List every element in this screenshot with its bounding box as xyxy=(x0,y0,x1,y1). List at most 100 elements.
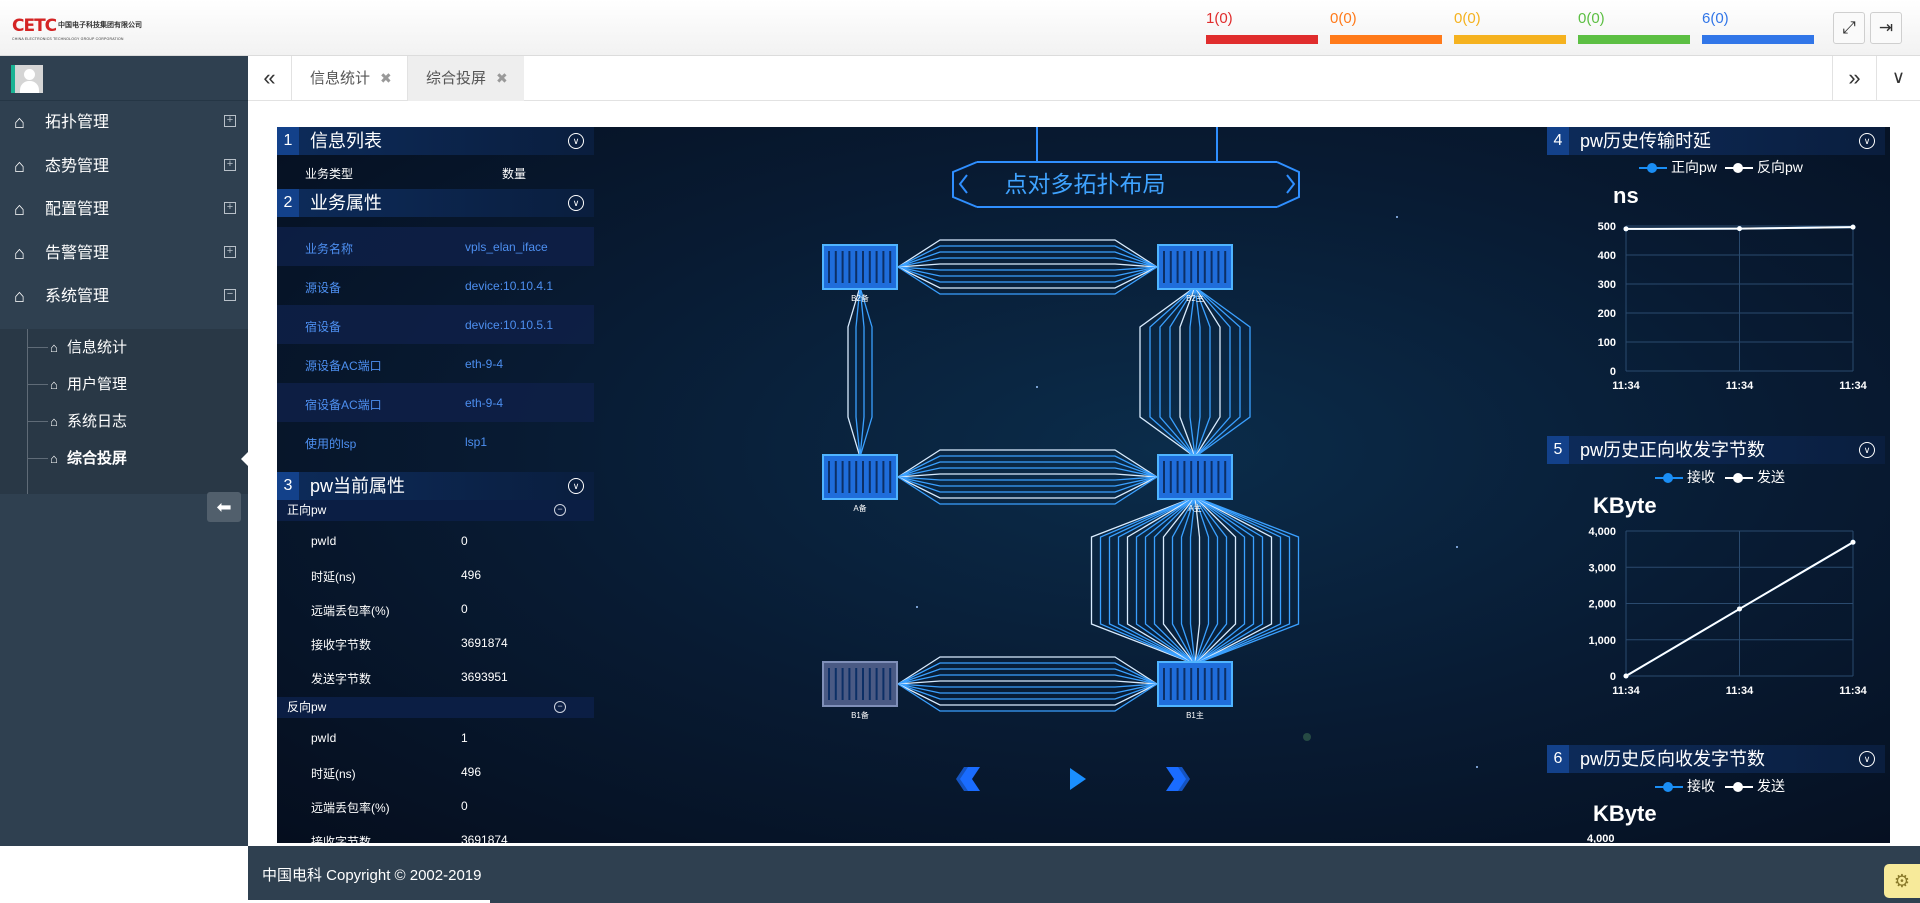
sidebar-item-system[interactable]: ⌂ 系统管理 − xyxy=(0,275,248,319)
submenu-item-statistics[interactable]: ⌂ 信息统计 xyxy=(0,329,248,366)
sidebar-item-situation[interactable]: ⌂ 态势管理 + xyxy=(0,145,248,189)
alarm-critical[interactable]: 1(0) xyxy=(1206,10,1318,44)
sidebar-item-label: 配置管理 xyxy=(45,201,110,218)
sidebar-item-alarm[interactable]: ⌂ 告警管理 + xyxy=(0,232,248,276)
legend-marker xyxy=(1725,782,1753,793)
gear-icon: ⚙ xyxy=(1893,871,1911,891)
home-icon: ⌂ xyxy=(14,155,25,176)
logout-button[interactable]: ⇥ xyxy=(1870,12,1902,44)
fullscreen-button[interactable]: ⤢ xyxy=(1833,12,1865,44)
panel-number: 6 xyxy=(1547,745,1569,773)
x-tick-label: 11:34 xyxy=(1726,685,1754,697)
logout-icon: ⇥ xyxy=(1878,18,1894,37)
data-point xyxy=(1623,673,1629,679)
expand-toggle-icon[interactable]: + xyxy=(224,245,236,258)
alarm-warning-count: 0(0) xyxy=(1578,10,1605,27)
user-profile xyxy=(0,56,248,101)
logo-mark: CETC xyxy=(12,16,57,36)
sidebar-item-config[interactable]: ⌂ 配置管理 + xyxy=(0,188,248,232)
tab-options-button[interactable]: ∨ xyxy=(1876,56,1920,101)
settings-button[interactable]: ⚙ xyxy=(1884,864,1920,898)
submenu-item-label: 信息统计 xyxy=(67,338,128,356)
system-submenu: ⌂ 信息统计 ⌂ 用户管理 ⌂ 系统日志 ⌂ 综合投屏 xyxy=(0,328,249,494)
dashboard-canvas: 1 信息列表 ∨ 业务类型 数量 2 业务属性 ∨ 业务名称 vpls_elan… xyxy=(277,127,1890,843)
arrow-left-circle-icon: ⬅ xyxy=(216,497,232,517)
legend-marker xyxy=(1655,782,1683,793)
sidebar: ⌂ 拓扑管理 + ⌂ 态势管理 + ⌂ 配置管理 + ⌂ 告警管理 + ⌂ 系统… xyxy=(0,56,249,846)
x-tick-label: 11:34 xyxy=(1839,685,1867,697)
home-icon: ⌂ xyxy=(50,339,58,355)
logo-company-cn: 中国电子科技集团有限公司 xyxy=(58,22,142,29)
alarm-major[interactable]: 0(0) xyxy=(1330,10,1442,44)
alarm-info-count: 6(0) xyxy=(1702,10,1729,27)
alarm-warning[interactable]: 0(0) xyxy=(1578,10,1690,44)
sidebar-item-label: 拓扑管理 xyxy=(45,114,110,131)
home-icon: ⌂ xyxy=(14,112,25,132)
tab-scroll-right-button[interactable]: » xyxy=(1832,56,1876,101)
home-icon: ⌂ xyxy=(50,376,58,392)
alarm-info[interactable]: 6(0) xyxy=(1702,10,1814,44)
alarm-warning-bar xyxy=(1578,35,1690,44)
tab-label: 信息统计 xyxy=(310,70,371,87)
sidebar-item-label: 系统管理 xyxy=(45,288,110,305)
panel-title: pw历史反向收发字节数 xyxy=(1580,749,1766,769)
home-icon: ⌂ xyxy=(50,450,58,466)
panel-6-header: 6 pw历史反向收发字节数 ∨ xyxy=(1547,745,1885,773)
tab-dashboard[interactable]: 综合投屏 ✖ xyxy=(408,56,524,101)
chart-unit: KByte xyxy=(1593,801,1657,826)
expand-toggle-icon[interactable]: + xyxy=(224,158,236,171)
collapse-toggle-icon[interactable]: − xyxy=(224,289,236,301)
copyright-text: 中国电科 Copyright © 2002-2019 xyxy=(262,867,482,884)
y-tick-label: 3,000 xyxy=(1588,562,1616,574)
sidebar-item-label: 态势管理 xyxy=(45,157,110,175)
y-tick-label: 4,000 xyxy=(1587,833,1615,843)
top-header: CETC 中国电子科技集团有限公司 CHINA ELECTRONICS TECH… xyxy=(0,0,1920,56)
submenu-item-label: 用户管理 xyxy=(67,375,128,393)
legend-send[interactable]: 发送 xyxy=(1725,776,1785,796)
alarm-major-bar xyxy=(1330,35,1442,44)
active-indicator xyxy=(241,450,249,467)
expand-icon: ⤢ xyxy=(1842,18,1856,37)
submenu-item-label: 系统日志 xyxy=(67,412,128,430)
tab-statistics[interactable]: 信息统计 ✖ xyxy=(292,56,408,101)
home-icon: ⌂ xyxy=(14,199,25,219)
tab-label: 综合投屏 xyxy=(426,70,487,87)
double-chevron-right-icon: » xyxy=(1848,65,1861,90)
close-icon[interactable]: ✖ xyxy=(380,70,392,86)
home-icon: ⌂ xyxy=(50,413,58,429)
y-tick-label: 0 xyxy=(1610,671,1616,683)
home-icon: ⌂ xyxy=(14,242,25,263)
y-tick-label: 1,000 xyxy=(1588,635,1616,647)
legend-label: 发送 xyxy=(1757,778,1785,794)
alarm-major-count: 0(0) xyxy=(1330,10,1357,27)
expand-toggle-icon[interactable]: + xyxy=(224,202,236,214)
y-tick-label: 4,000 xyxy=(1588,526,1616,538)
chevron-down-circle-icon[interactable]: ∨ xyxy=(1859,751,1875,767)
expand-toggle-icon[interactable]: + xyxy=(224,115,236,127)
alarm-critical-count: 1(0) xyxy=(1206,10,1233,27)
submenu-item-users[interactable]: ⌂ 用户管理 xyxy=(0,366,248,403)
submenu-item-dashboard[interactable]: ⌂ 综合投屏 xyxy=(0,440,249,477)
sidebar-item-topology[interactable]: ⌂ 拓扑管理 + xyxy=(0,101,248,145)
submenu-item-syslog[interactable]: ⌂ 系统日志 xyxy=(0,403,248,440)
alarm-info-bar xyxy=(1702,35,1814,44)
legend-label: 接收 xyxy=(1687,778,1715,794)
data-point xyxy=(1737,606,1742,612)
alarm-minor[interactable]: 0(0) xyxy=(1454,10,1566,44)
tab-scroll-left-button[interactable]: « xyxy=(248,56,292,101)
avatar[interactable] xyxy=(11,65,43,93)
close-icon[interactable]: ✖ xyxy=(496,70,508,86)
alarm-minor-count: 0(0) xyxy=(1454,10,1481,27)
cetc-logo: CETC 中国电子科技集团有限公司 CHINA ELECTRONICS TECH… xyxy=(12,16,142,44)
submenu-item-label: 综合投屏 xyxy=(67,449,128,467)
home-icon: ⌂ xyxy=(14,286,25,306)
forward-bytes-chart: 0 1,000 2,000 3,000 4,000 11:34 11:34 11:34 xyxy=(1588,526,1867,697)
x-tick-label: 11:34 xyxy=(1612,685,1640,697)
chevron-down-icon: ∨ xyxy=(1891,67,1906,87)
sidebar-item-label: 告警管理 xyxy=(45,244,110,262)
legend-receive[interactable]: 接收 xyxy=(1655,776,1715,796)
tab-bar: « 信息统计 ✖ 综合投屏 ✖ » ∨ xyxy=(248,56,1920,101)
sidebar-collapse-button[interactable]: ⬅ xyxy=(207,492,241,522)
y-tick-label: 2,000 xyxy=(1588,599,1616,611)
double-chevron-left-icon: « xyxy=(263,65,276,90)
